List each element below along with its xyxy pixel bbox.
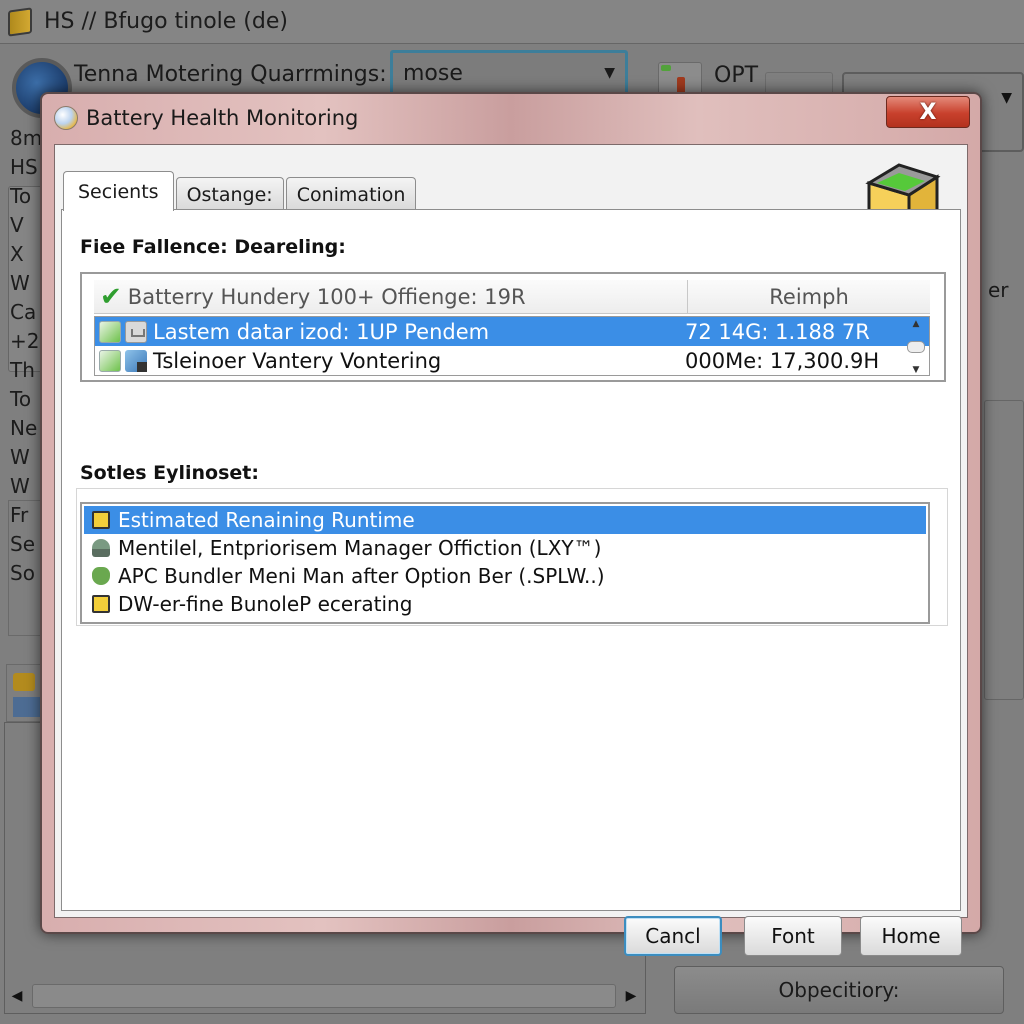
- background-opt-label: OPT: [714, 63, 759, 88]
- dialog-app-icon: [54, 106, 78, 130]
- section-label-1: Fiee Fallence: Deareling:: [80, 236, 346, 258]
- user-icon: [92, 539, 110, 557]
- battery-list: ✔ Batterry Hundery 100+ Offienge: 19R Re…: [80, 272, 946, 382]
- battery-list-header: ✔ Batterry Hundery 100+ Offienge: 19R Re…: [94, 280, 930, 314]
- scrollbar-thumb[interactable]: [907, 341, 925, 353]
- list-item-label: Estimated Renaining Runtime: [118, 508, 415, 532]
- shield-icon: [92, 567, 110, 585]
- header-column-1[interactable]: ✔ Batterry Hundery 100+ Offienge: 19R: [94, 280, 688, 313]
- scroll-down-icon[interactable]: ▼: [913, 365, 920, 375]
- list-item[interactable]: DW-er-fine BunoleP ecerating: [84, 590, 926, 618]
- row-value: 72 14G: 1.188 7R: [685, 319, 870, 344]
- list-item-label: Mentilel, Entpriorisem Manager Offiction…: [118, 536, 602, 560]
- list-item[interactable]: Estimated Renaining Runtime: [84, 506, 926, 534]
- folder-icon: [92, 595, 110, 613]
- background-right-panel: [984, 400, 1024, 700]
- tab-conimation[interactable]: Conimation: [285, 177, 417, 211]
- background-combo-value: mose: [403, 61, 463, 86]
- home-button[interactable]: Home: [860, 916, 962, 956]
- row-text: Tsleinoer Vantery Vontering: [153, 348, 442, 373]
- background-toolbar-label: Tenna Motering Quarrmings:: [74, 62, 387, 87]
- window-icon: [13, 697, 43, 717]
- dialog-client-area: Secients Ostange: Conimation Fiee Fallen…: [54, 144, 968, 918]
- tab-page-secients: Fiee Fallence: Deareling: ✔ Batterry Hun…: [61, 209, 961, 911]
- app-box-icon: [8, 6, 32, 37]
- background-action-button[interactable]: Obpecitiory:: [674, 966, 1004, 1014]
- battery-health-dialog: Battery Health Monitoring X Secients Ost…: [40, 92, 982, 956]
- font-button[interactable]: Font: [744, 916, 842, 956]
- scroll-left-icon[interactable]: ◀: [8, 988, 26, 1004]
- battery-status-icon: [99, 349, 121, 372]
- list-item[interactable]: APC Bundler Meni Man after Option Ber (.…: [84, 562, 926, 590]
- dialog-titlebar[interactable]: Battery Health Monitoring: [42, 94, 980, 142]
- options-list: Estimated Renaining Runtime Mentilel, En…: [80, 502, 930, 624]
- list-item-label: DW-er-fine BunoleP ecerating: [118, 592, 413, 616]
- tab-bar: Secients Ostange: Conimation: [63, 169, 418, 211]
- chevron-down-icon: ▼: [604, 65, 615, 81]
- scroll-up-icon[interactable]: ▲: [913, 319, 920, 329]
- tab-secients[interactable]: Secients: [63, 171, 174, 211]
- scrollbar-track[interactable]: [32, 984, 616, 1008]
- battery-list-body: Lastem datar izod: 1UP Pendem 72 14G: 1.…: [94, 316, 930, 376]
- plug-icon: [125, 320, 147, 343]
- chevron-down-icon: ▼: [1001, 90, 1012, 106]
- battery-status-icon: [99, 320, 121, 343]
- horizontal-scrollbar[interactable]: ◀ ▶: [8, 982, 640, 1010]
- section-label-2: Sotles Eylinoset:: [80, 462, 259, 484]
- header-column-2[interactable]: Reimph: [688, 285, 930, 309]
- row-value: 000Me: 17,300.9H: [685, 348, 880, 373]
- dialog-title: Battery Health Monitoring: [86, 106, 359, 130]
- background-right-label: er: [988, 278, 1009, 302]
- list-item[interactable]: Mentilel, Entpriorisem Manager Offiction…: [84, 534, 926, 562]
- close-icon: X: [919, 99, 937, 125]
- row-text: Lastem datar izod: 1UP Pendem: [153, 319, 490, 344]
- background-combo-box[interactable]: mose ▼: [390, 50, 628, 96]
- background-titlebar: HS // Bfugo tinole (de): [0, 0, 1024, 44]
- vertical-scrollbar[interactable]: ▲ ▼: [905, 319, 927, 375]
- folder-icon: [13, 673, 35, 691]
- folder-icon: [92, 511, 110, 529]
- scroll-right-icon[interactable]: ▶: [622, 988, 640, 1004]
- checkmark-icon: ✔: [100, 281, 122, 312]
- list-item-label: APC Bundler Meni Man after Option Ber (.…: [118, 564, 605, 588]
- list-row[interactable]: Lastem datar izod: 1UP Pendem 72 14G: 1.…: [95, 317, 929, 346]
- monitor-icon: [125, 349, 147, 372]
- tab-ostange[interactable]: Ostange:: [175, 177, 284, 211]
- close-button[interactable]: X: [886, 96, 970, 128]
- cancel-button[interactable]: Cancl: [624, 916, 722, 956]
- header-column-1-label: Batterry Hundery 100+ Offienge: 19R: [127, 284, 526, 309]
- background-app-title: HS // Bfugo tinole (de): [44, 9, 288, 34]
- list-row[interactable]: Tsleinoer Vantery Vontering 000Me: 17,30…: [95, 346, 929, 375]
